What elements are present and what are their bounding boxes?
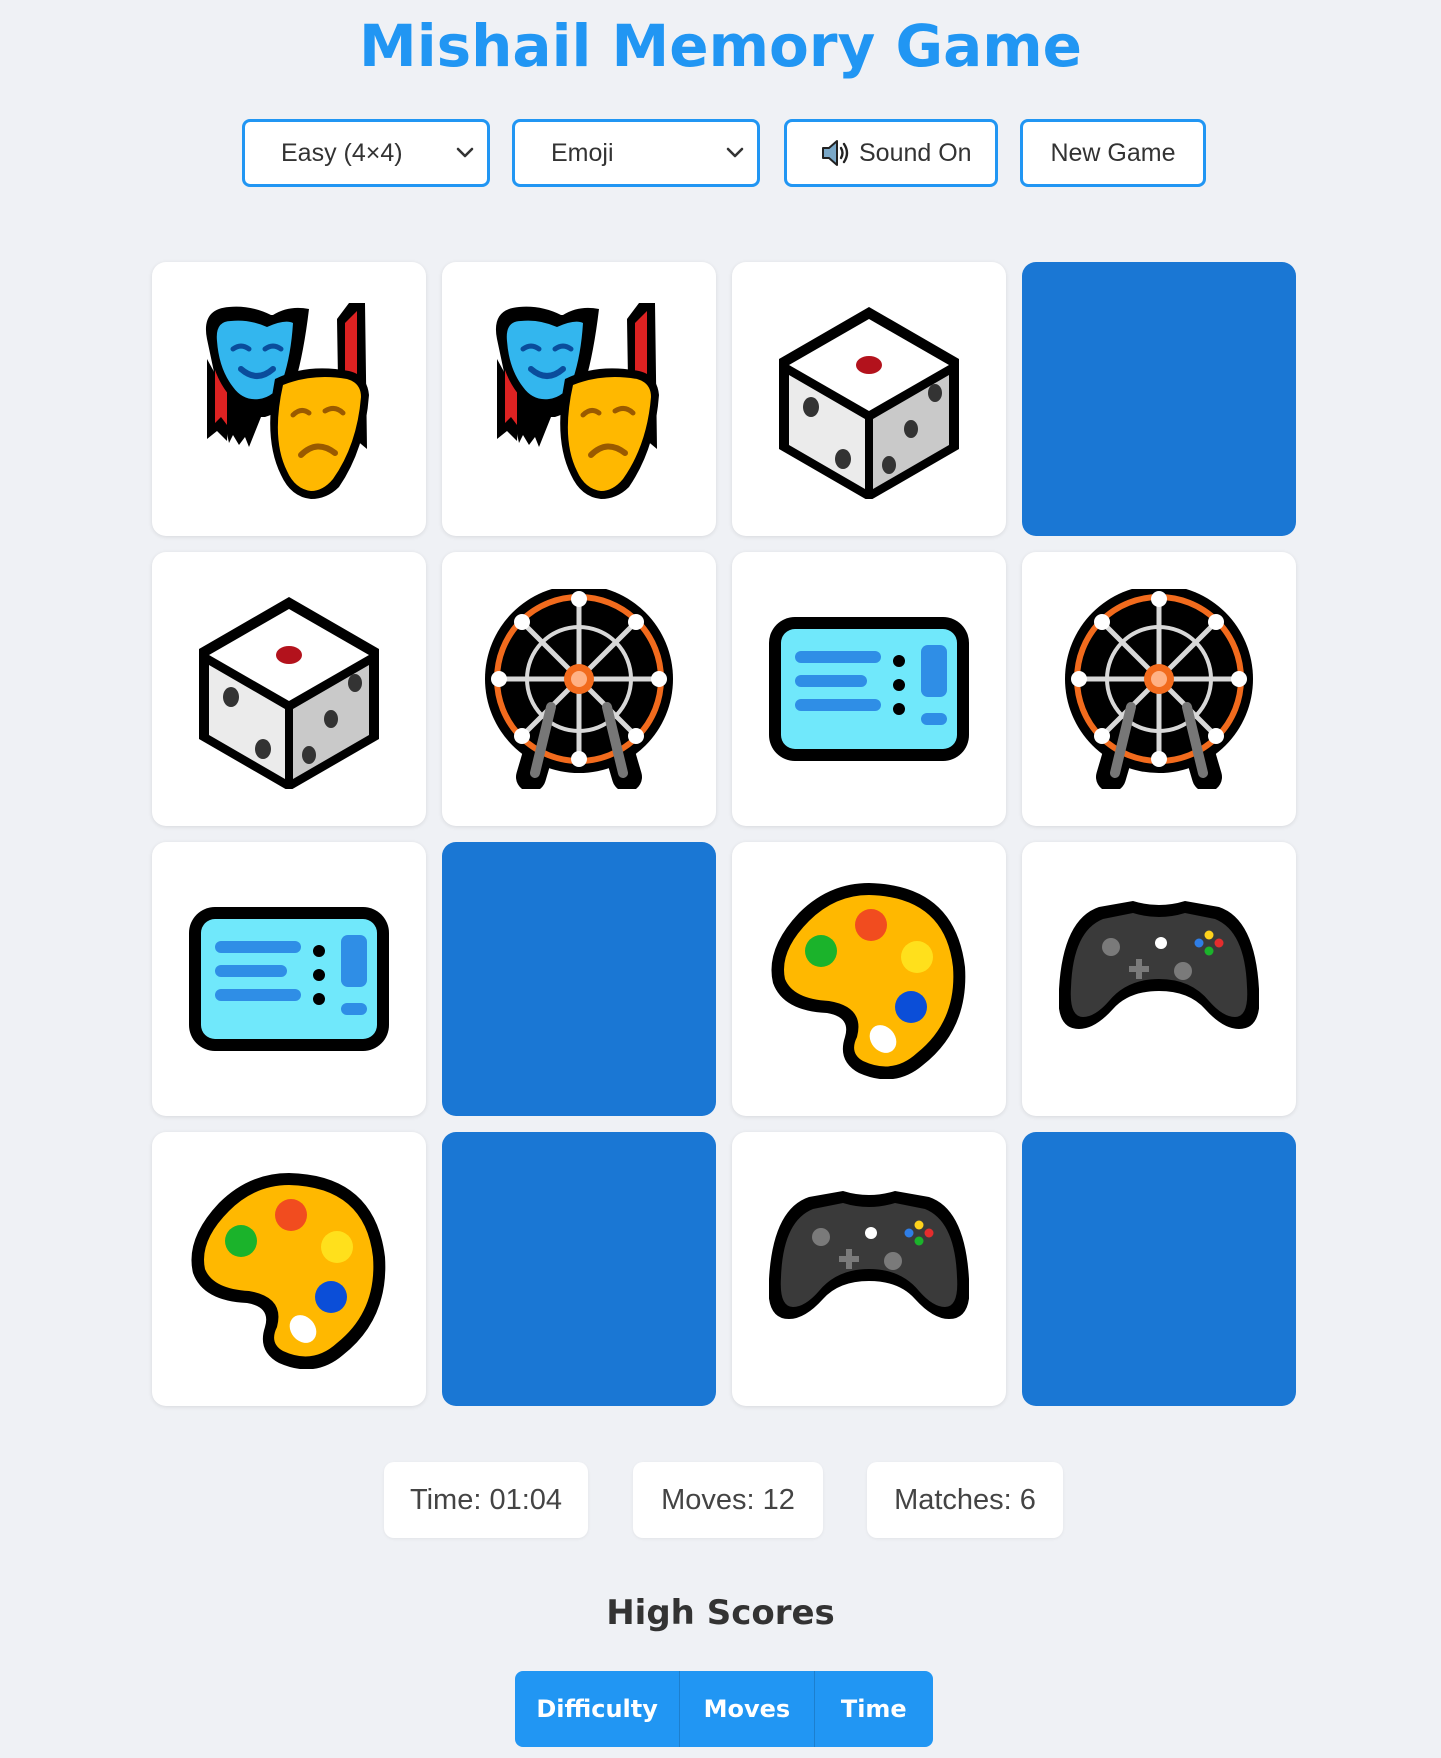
card-face-down[interactable] xyxy=(442,1132,716,1406)
performing-arts-icon xyxy=(205,303,369,499)
card-face-down[interactable] xyxy=(1022,262,1296,536)
card-face-up[interactable] xyxy=(732,262,1006,536)
new-game-label: New Game xyxy=(1050,138,1176,167)
card-face-down[interactable] xyxy=(1022,1132,1296,1406)
performing-arts-icon xyxy=(495,303,659,499)
speaker-icon xyxy=(822,140,849,166)
high-scores-title: High Scores xyxy=(606,1593,835,1633)
chevron-down-icon xyxy=(456,147,474,158)
theme-select[interactable]: Emoji xyxy=(512,119,760,187)
card-face-up[interactable] xyxy=(152,1132,426,1406)
page-title: Mishail Memory Game xyxy=(359,12,1082,80)
sound-button-label: Sound On xyxy=(859,138,972,167)
card-face-down[interactable] xyxy=(442,842,716,1116)
card-face-up[interactable] xyxy=(1022,552,1296,826)
tab-moves[interactable]: Moves xyxy=(680,1671,815,1747)
card-face-up[interactable] xyxy=(152,262,426,536)
difficulty-selected-value: Easy (4×4) xyxy=(281,138,403,167)
video-game-controller-icon xyxy=(1059,901,1259,1029)
game-die-icon xyxy=(199,597,379,789)
card-face-up[interactable] xyxy=(152,842,426,1116)
ticket-icon xyxy=(189,907,389,1051)
tab-time[interactable]: Time xyxy=(815,1671,933,1747)
game-die-icon xyxy=(779,307,959,499)
ferris-wheel-icon xyxy=(485,589,673,789)
card-face-up[interactable] xyxy=(732,842,1006,1116)
moves-display: Moves: 12 xyxy=(633,1462,823,1538)
card-face-up[interactable] xyxy=(442,262,716,536)
ferris-wheel-icon xyxy=(1065,589,1253,789)
ticket-icon xyxy=(769,617,969,761)
tab-difficulty[interactable]: Difficulty xyxy=(515,1671,681,1747)
chevron-down-icon xyxy=(726,147,744,158)
video-game-controller-icon xyxy=(769,1191,969,1319)
artist-palette-icon xyxy=(191,1173,386,1369)
matches-display: Matches: 6 xyxy=(867,1462,1063,1538)
card-face-up[interactable] xyxy=(732,552,1006,826)
sound-toggle-button[interactable]: Sound On xyxy=(784,119,998,187)
card-face-up[interactable] xyxy=(442,552,716,826)
card-face-up[interactable] xyxy=(1022,842,1296,1116)
card-face-up[interactable] xyxy=(732,1132,1006,1406)
game-board xyxy=(152,262,1296,1406)
difficulty-select[interactable]: Easy (4×4) xyxy=(242,119,490,187)
artist-palette-icon xyxy=(771,883,966,1079)
theme-selected-value: Emoji xyxy=(551,138,614,167)
high-scores-tabs: Difficulty Moves Time xyxy=(515,1671,933,1747)
time-display: Time: 01:04 xyxy=(384,1462,588,1538)
card-face-up[interactable] xyxy=(152,552,426,826)
new-game-button[interactable]: New Game xyxy=(1020,119,1206,187)
